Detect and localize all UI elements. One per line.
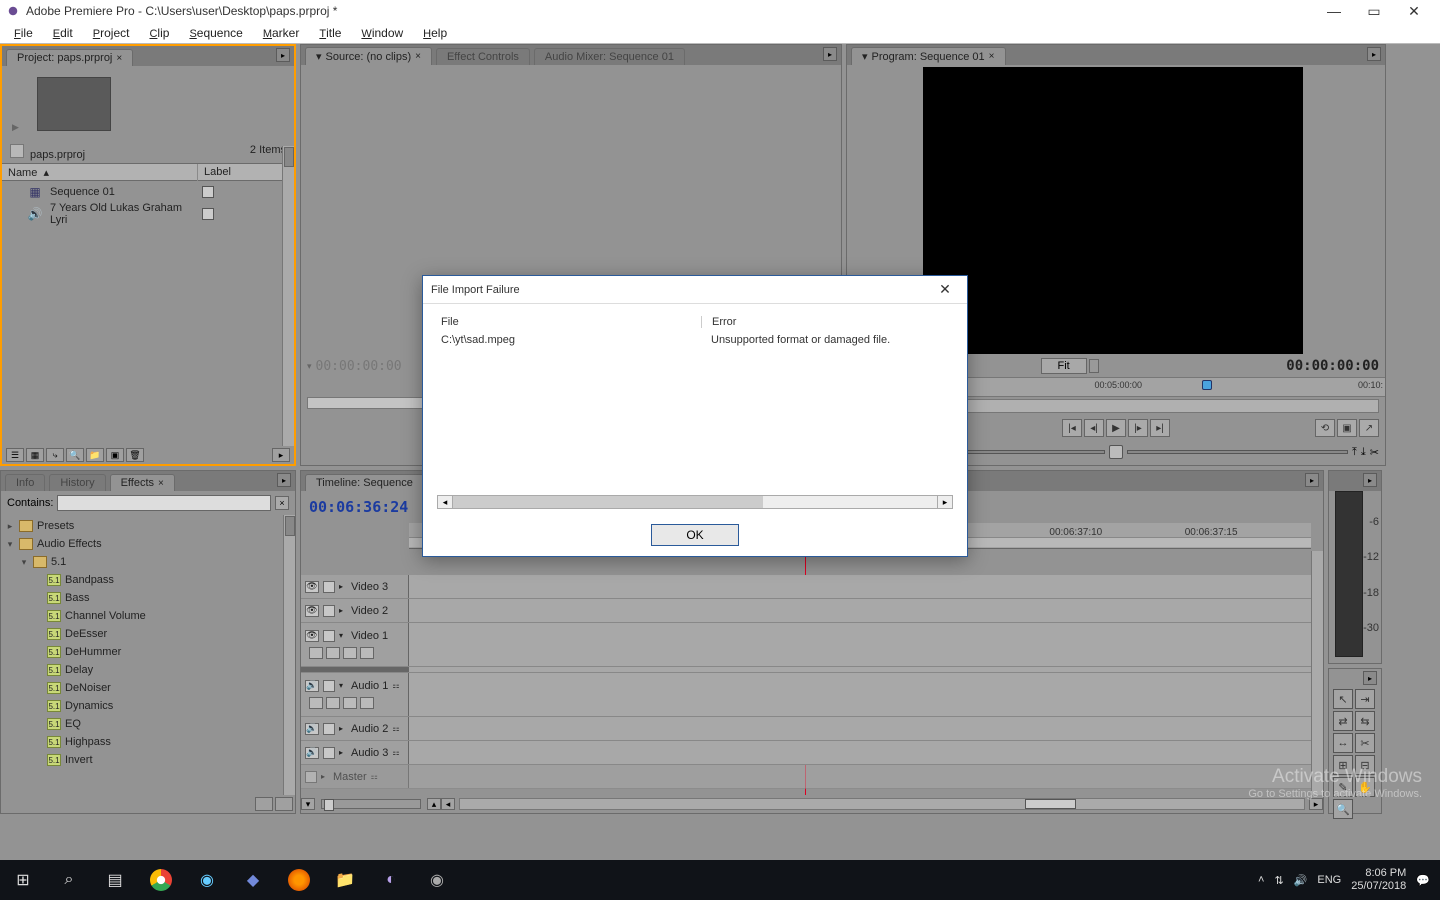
- dialog-title: File Import Failure: [431, 284, 520, 296]
- taskbar-clock[interactable]: 8:06 PM 25/07/2018: [1351, 867, 1406, 893]
- dialog-column-headers: File Error: [423, 312, 967, 332]
- file-explorer-icon[interactable]: 📁: [322, 860, 368, 900]
- volume-icon[interactable]: 🔊: [1294, 874, 1308, 887]
- modal-overlay: File Import Failure ✕ File Error C:\yt\s…: [0, 0, 1440, 900]
- start-button[interactable]: ⊞: [0, 860, 46, 900]
- column-file: File: [441, 316, 701, 328]
- discord-icon[interactable]: ◆: [230, 860, 276, 900]
- search-button[interactable]: ⌕: [46, 860, 92, 900]
- column-error: Error: [701, 316, 949, 328]
- steam-client-icon[interactable]: ◉: [414, 860, 460, 900]
- premiere-taskbar-icon[interactable]: ◐: [368, 860, 414, 900]
- steam-icon[interactable]: ◉: [184, 860, 230, 900]
- error-filepath: C:\yt\sad.mpeg: [441, 334, 701, 346]
- chrome-icon[interactable]: [150, 869, 172, 891]
- ok-button[interactable]: OK: [651, 524, 739, 546]
- language-indicator[interactable]: ENG: [1317, 874, 1341, 886]
- dialog-hscroll[interactable]: ◂ ▸: [437, 494, 953, 510]
- scroll-left-icon[interactable]: ◂: [437, 495, 453, 509]
- windows-taskbar: ⊞ ⌕ ▤ ◉ ◆ 📁 ◐ ◉ ˄ ⇅ 🔊 ENG 8:06 PM 25/07/…: [0, 860, 1440, 900]
- system-tray: ˄ ⇅ 🔊 ENG 8:06 PM 25/07/2018 💬: [1248, 867, 1440, 893]
- notifications-icon[interactable]: 💬: [1416, 874, 1430, 887]
- error-message: Unsupported format or damaged file.: [701, 334, 949, 346]
- firefox-icon[interactable]: [288, 869, 310, 891]
- network-icon[interactable]: ⇅: [1274, 874, 1283, 887]
- dialog-close-button[interactable]: ✕: [931, 279, 959, 301]
- file-import-failure-dialog: File Import Failure ✕ File Error C:\yt\s…: [422, 275, 968, 557]
- tray-chevron-icon[interactable]: ˄: [1258, 874, 1264, 886]
- dialog-error-row: C:\yt\sad.mpeg Unsupported format or dam…: [423, 332, 967, 348]
- scroll-right-icon[interactable]: ▸: [937, 495, 953, 509]
- task-view-button[interactable]: ▤: [92, 860, 138, 900]
- dialog-titlebar: File Import Failure ✕: [423, 276, 967, 304]
